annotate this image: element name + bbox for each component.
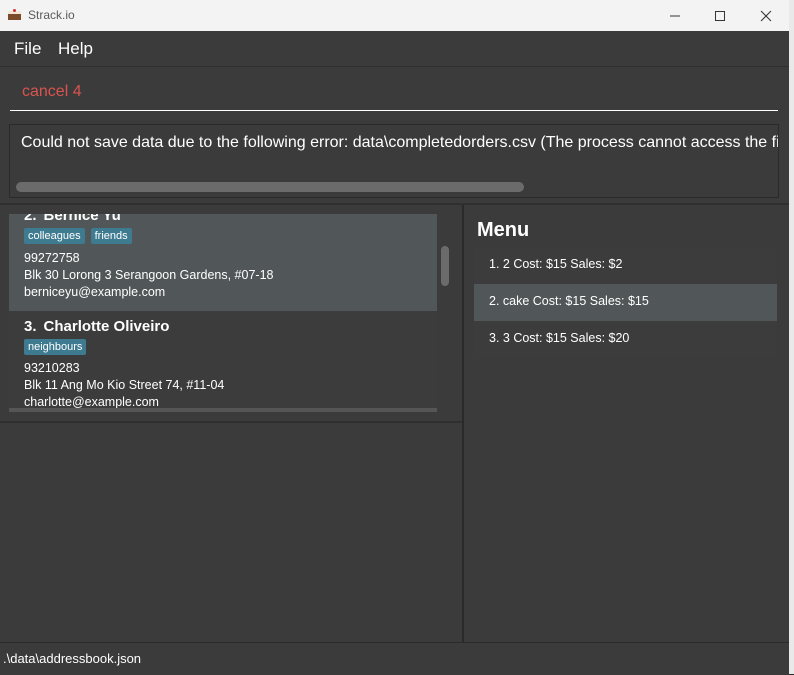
person-index: 2. [24,214,37,224]
person-phone: 93210283 [24,361,80,375]
person-card[interactable]: 3. Charlotte Oliveiro neighbours 93210283… [9,311,437,412]
title-bar: Strack.io [0,0,789,32]
command-box[interactable]: cancel 4 [0,67,789,117]
person-name: 2. Bernice Yu [24,214,121,224]
menu-list-item[interactable]: 1. 2 Cost: $15 Sales: $2 [474,247,777,284]
status-bar: .\data\addressbook.json [0,642,789,675]
menu-item-list: 1. 2 Cost: $15 Sales: $2 2. cake Cost: $… [474,247,777,358]
menu-file[interactable]: File [14,39,41,59]
person-address: Blk 11 Ang Mo Kio Street 74, #11-04 [24,378,225,392]
menu-item-text: 3. 3 Cost: $15 Sales: $20 [489,331,630,345]
person-name-text: Bernice Yu [43,214,121,224]
menu-item-text: 1. 2 Cost: $15 Sales: $2 [489,257,623,271]
person-phone: 99272758 [24,251,80,265]
tag-neighbours: neighbours [24,339,87,355]
minimize-button[interactable] [652,0,698,31]
background-window-edge [789,0,794,674]
app-window: Strack.io File Help cancel 4 Could not s… [0,0,789,675]
close-icon [760,10,772,21]
person-list-pane: 2. Bernice Yu colleagues friends 99272758… [0,205,462,642]
app-icon [8,9,21,20]
result-horizontal-scrollbar[interactable] [16,182,524,192]
person-name-text: Charlotte Oliveiro [43,318,170,335]
menu-pane: Menu 1. 2 Cost: $15 Sales: $2 2. cake Co… [464,205,789,642]
menu-title: Menu [477,219,530,241]
window-title: Strack.io [28,8,75,22]
menu-bar: File Help [0,31,789,67]
command-underline [10,110,778,111]
person-address: Blk 30 Lorong 3 Serangoon Gardens, #07-1… [24,268,274,282]
result-display: Could not save data due to the following… [9,124,779,198]
person-tags: neighbours [24,339,87,355]
person-tags: colleagues friends [24,228,132,244]
minimize-icon [670,15,680,16]
person-email: berniceyu@example.com [24,285,166,299]
maximize-icon [715,10,725,21]
result-message: Could not save data due to the following… [21,134,779,151]
menu-item-text: 2. cake Cost: $15 Sales: $15 [489,294,649,308]
person-index: 3. [24,318,37,335]
person-list-scrollbar-track[interactable] [437,214,453,412]
menu-help[interactable]: Help [58,39,93,59]
tag-friends: friends [90,228,132,244]
menu-list-item[interactable]: 2. cake Cost: $15 Sales: $15 [474,284,777,321]
tag-colleagues: colleagues [24,228,85,244]
list-bottom-edge [9,408,437,412]
person-name: 3. Charlotte Oliveiro [24,318,169,335]
divider [0,421,462,423]
menu-list-item[interactable]: 3. 3 Cost: $15 Sales: $20 [474,321,777,358]
person-list: 2. Bernice Yu colleagues friends 99272758… [9,214,437,412]
maximize-button[interactable] [697,0,743,31]
status-file-path: .\data\addressbook.json [3,651,142,666]
person-email: charlotte@example.com [24,395,159,409]
person-list-scrollbar-thumb[interactable] [441,246,449,286]
command-input[interactable]: cancel 4 [22,83,82,101]
person-card[interactable]: 2. Bernice Yu colleagues friends 99272758… [9,214,437,311]
close-button[interactable] [743,0,789,31]
